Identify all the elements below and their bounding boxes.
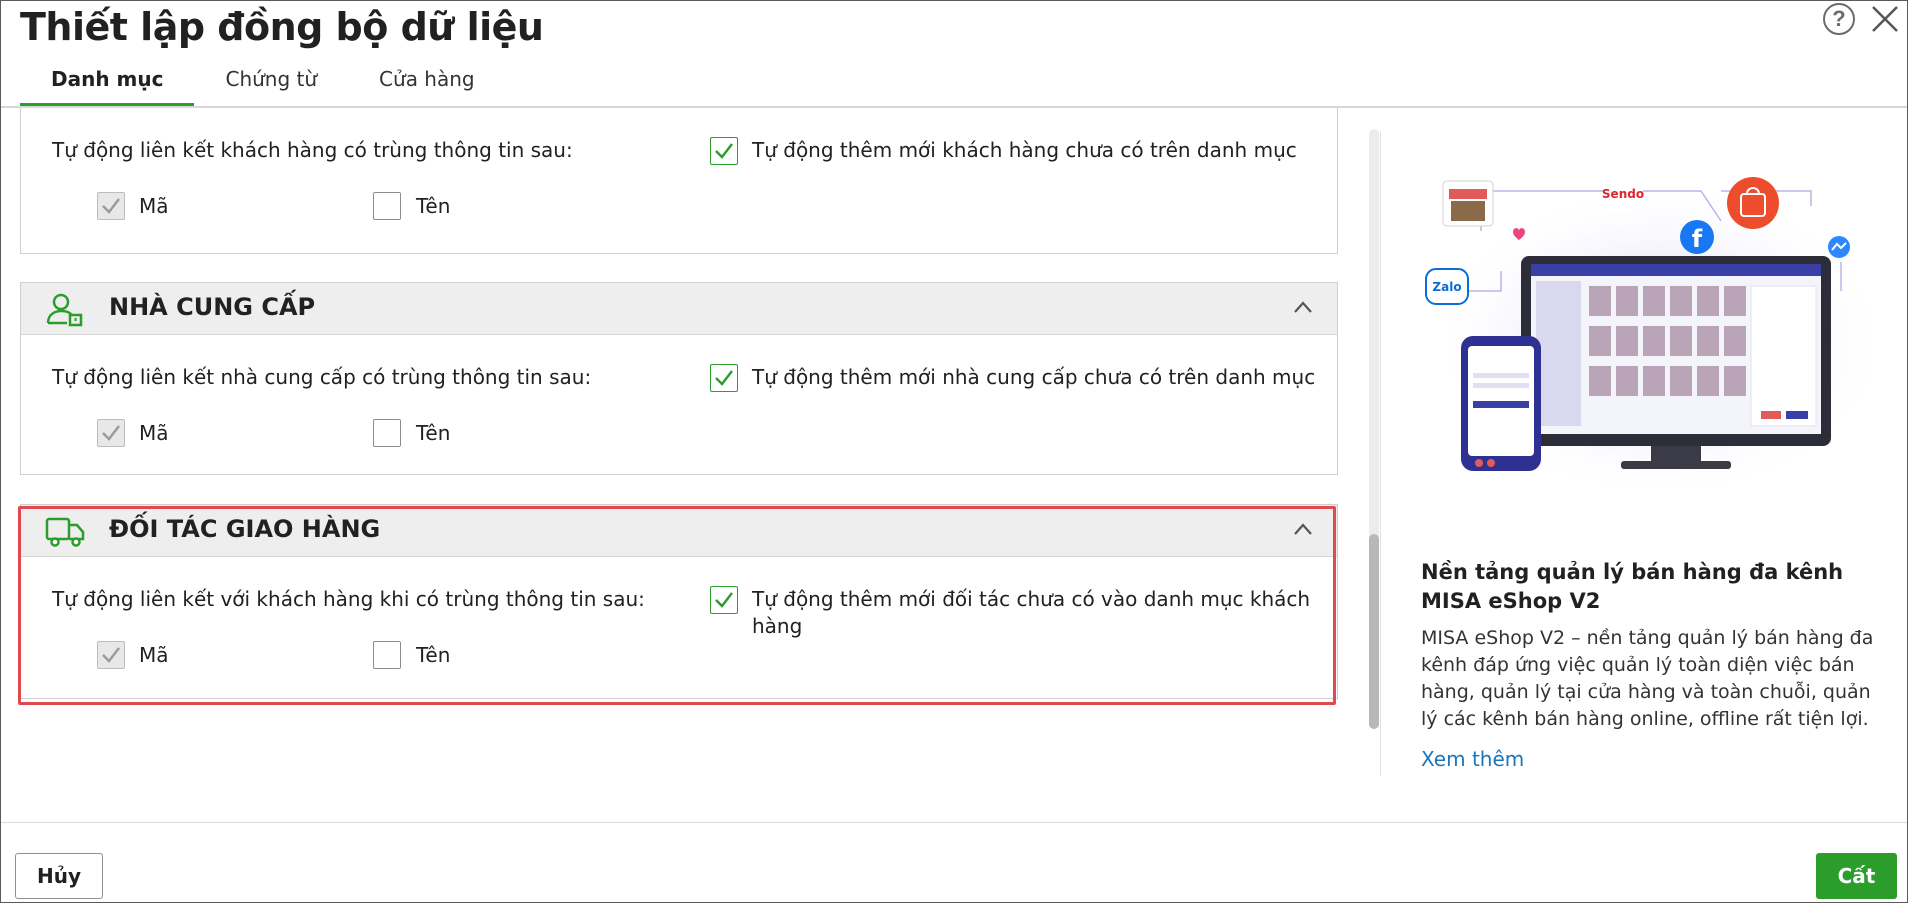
supplier-link-label: Tự động liên kết nhà cung cấp có trùng t… bbox=[52, 365, 592, 389]
chevron-up-icon[interactable] bbox=[1293, 300, 1313, 314]
shipping-code-checkbox bbox=[97, 641, 125, 669]
sync-settings-dialog: Thiết lập đồng bộ dữ liệu ? Danh mục Chứ… bbox=[0, 0, 1908, 903]
zalo-logo: Zalo bbox=[1432, 280, 1461, 294]
chevron-up-icon[interactable] bbox=[1293, 522, 1313, 536]
pane-divider bbox=[1380, 131, 1381, 776]
shipping-name-label: Tên bbox=[416, 643, 451, 667]
tab-categories[interactable]: Danh mục bbox=[20, 59, 195, 107]
see-more-link[interactable]: Xem thêm bbox=[1421, 747, 1524, 771]
facebook-logo: f bbox=[1692, 225, 1703, 253]
shipping-link-label: Tự động liên kết với khách hàng khi có t… bbox=[52, 587, 645, 611]
supplier-section: NHÀ CUNG CẤP Tự động liên kết nhà cung c… bbox=[20, 282, 1338, 475]
scrollbar-thumb[interactable] bbox=[1369, 534, 1379, 729]
vertical-scrollbar[interactable] bbox=[1369, 129, 1379, 729]
shipping-name-checkbox[interactable] bbox=[373, 641, 401, 669]
tab-stores[interactable]: Cửa hàng bbox=[348, 59, 506, 107]
customer-code-label: Mã bbox=[139, 194, 169, 218]
eshop-illustration: Sendo f Zalo bbox=[1425, 173, 1891, 501]
shipping-auto-add-label-cont: hàng bbox=[752, 614, 803, 638]
customer-name-label: Tên bbox=[416, 194, 451, 218]
supplier-code-checkbox bbox=[97, 419, 125, 447]
truck-icon bbox=[45, 517, 85, 547]
supplier-icon bbox=[46, 293, 83, 327]
shipping-auto-add-label: Tự động thêm mới đối tác chưa có vào dan… bbox=[752, 587, 1311, 611]
customer-name-checkbox[interactable] bbox=[373, 192, 401, 220]
supplier-name-label: Tên bbox=[416, 421, 451, 445]
customer-code-checkbox bbox=[97, 192, 125, 220]
save-button[interactable]: Cất bbox=[1816, 853, 1897, 899]
cancel-button[interactable]: Hủy bbox=[15, 853, 103, 899]
shipping-section-header[interactable]: ĐỐI TÁC GIAO HÀNG bbox=[21, 505, 1337, 557]
tab-bar: Danh mục Chứng từ Cửa hàng bbox=[20, 59, 506, 107]
settings-scroll-area: Tự động liên kết khách hàng có trùng thô… bbox=[20, 108, 1340, 808]
supplier-name-checkbox[interactable] bbox=[373, 419, 401, 447]
supplier-auto-add-checkbox[interactable] bbox=[710, 364, 738, 392]
supplier-code-label: Mã bbox=[139, 421, 169, 445]
promo-title: Nền tảng quản lý bán hàng đa kênh MISA e… bbox=[1421, 560, 1844, 613]
promo-description: MISA eShop V2 – nền tảng quản lý bán hàn… bbox=[1421, 627, 1874, 730]
supplier-section-title: NHÀ CUNG CẤP bbox=[109, 293, 316, 321]
shipping-partner-section: ĐỐI TÁC GIAO HÀNG Tự động liên kết với k… bbox=[20, 504, 1338, 699]
supplier-section-header[interactable]: NHÀ CUNG CẤP bbox=[21, 283, 1337, 335]
close-icon[interactable] bbox=[1867, 1, 1903, 37]
footer-divider bbox=[1, 822, 1907, 823]
dialog-title: Thiết lập đồng bộ dữ liệu bbox=[20, 5, 544, 49]
supplier-auto-add-label: Tự động thêm mới nhà cung cấp chưa có tr… bbox=[752, 365, 1316, 389]
tab-vouchers[interactable]: Chứng từ bbox=[194, 59, 348, 107]
customer-auto-add-checkbox[interactable] bbox=[710, 137, 738, 165]
sendo-logo: Sendo bbox=[1602, 187, 1644, 201]
help-icon[interactable]: ? bbox=[1823, 3, 1855, 35]
shipping-section-title: ĐỐI TÁC GIAO HÀNG bbox=[109, 515, 381, 543]
customer-auto-add-label: Tự động thêm mới khách hàng chưa có trên… bbox=[752, 138, 1297, 162]
shipping-code-label: Mã bbox=[139, 643, 169, 667]
customer-section: Tự động liên kết khách hàng có trùng thô… bbox=[20, 108, 1338, 254]
customer-link-label: Tự động liên kết khách hàng có trùng thô… bbox=[52, 138, 573, 162]
shipping-auto-add-checkbox[interactable] bbox=[710, 586, 738, 614]
